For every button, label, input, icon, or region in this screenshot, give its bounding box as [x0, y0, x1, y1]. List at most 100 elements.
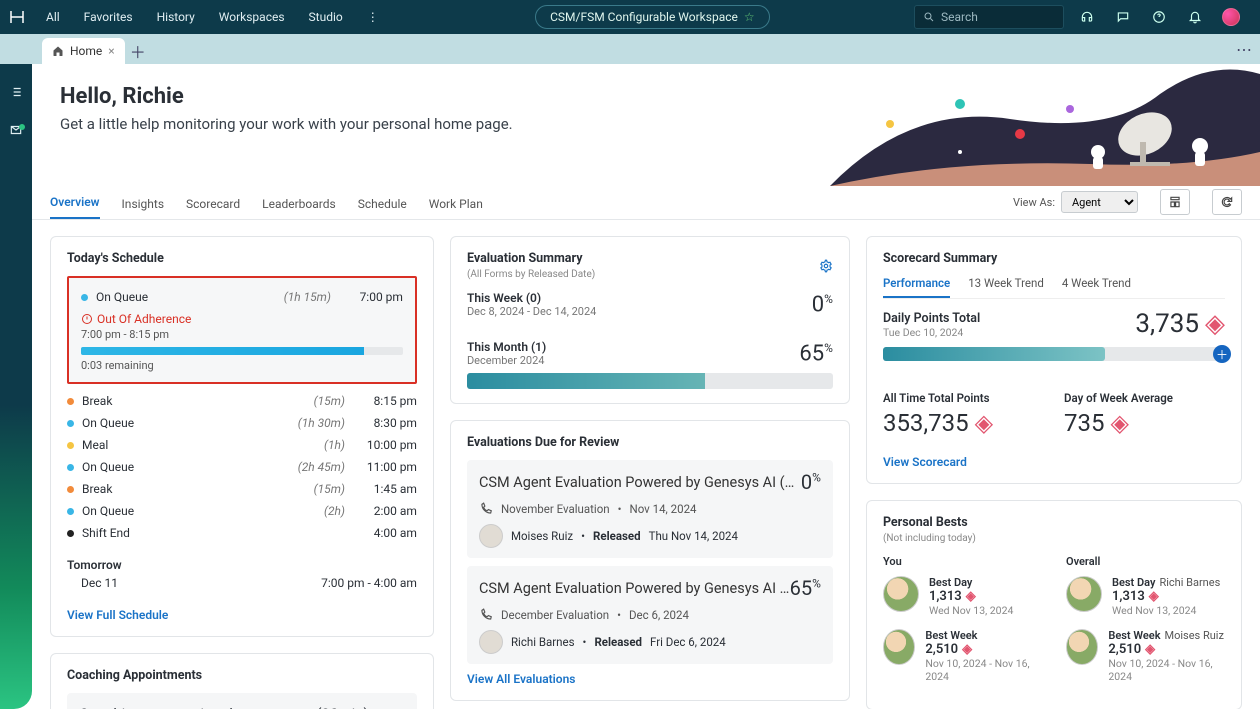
personal-bests-card: Personal Bests (Not including today) You…	[866, 500, 1242, 709]
gem-icon: ◈	[1205, 309, 1225, 339]
content-scroll[interactable]: Hello, Richie Get a little help monitori…	[32, 64, 1260, 709]
layout-button[interactable]	[1160, 189, 1190, 215]
app-logo[interactable]	[0, 8, 34, 26]
evaluation-due-item[interactable]: CSM Agent Evaluation Powered by Genesys …	[467, 566, 833, 664]
chat-icon[interactable]	[1110, 10, 1136, 24]
schedule-row[interactable]: On Queue (2h 45m) 11:00 pm	[67, 456, 417, 478]
refresh-button[interactable]	[1212, 189, 1242, 215]
activity-dot	[81, 294, 88, 301]
schedule-row[interactable]: Break (15m) 1:45 am	[67, 478, 417, 500]
evaluations-due-card: Evaluations Due for Review CSM Agent Eva…	[450, 420, 850, 701]
activity-time: 1:45 am	[361, 482, 417, 496]
gear-icon[interactable]	[819, 259, 833, 273]
tab-close-icon[interactable]: ×	[108, 44, 114, 58]
nav-favorites[interactable]: Favorites	[72, 0, 145, 34]
evaluation-summary-card: Evaluation Summary (All Forms by Release…	[450, 236, 850, 404]
help-icon[interactable]	[1146, 10, 1172, 24]
coaching-title: Coaching Appointments	[67, 668, 202, 683]
rail-inbox-icon[interactable]	[6, 120, 26, 140]
plus-badge[interactable]: ＋	[1213, 345, 1231, 363]
due-title: Evaluations Due for Review	[467, 435, 619, 450]
activity-dot	[67, 508, 74, 515]
activity-time: 4:00 am	[361, 526, 417, 540]
personal-best-item: Best WeekMoises Ruiz 2,510◈ Nov 10, 2024…	[1066, 629, 1225, 683]
bell-icon[interactable]	[1182, 10, 1208, 24]
gem-icon: ◈	[1145, 642, 1155, 657]
evalsum-month-bar	[467, 373, 833, 389]
tab-more-icon[interactable]: ⋯	[1236, 40, 1252, 59]
viewas-select[interactable]: Agent	[1061, 191, 1138, 213]
topbar: All Favorites History Workspaces Studio …	[0, 0, 1260, 34]
activity-label: On Queue	[82, 504, 324, 518]
pb-date: Wed Nov 13, 2024	[929, 604, 1013, 617]
tab-leaderboards[interactable]: Leaderboards	[262, 197, 336, 219]
schedule-row[interactable]: On Queue (2h) 2:00 am	[67, 500, 417, 522]
tab-home[interactable]: Home ×	[42, 38, 125, 64]
coaching-card: Coaching Appointments Coaching on greeti…	[50, 653, 434, 709]
scorecard-summary-card: Scorecard Summary Performance 13 Week Tr…	[866, 236, 1242, 484]
due-item-released: Released	[594, 635, 642, 649]
avatar	[883, 629, 915, 665]
nav-all[interactable]: All	[34, 0, 72, 34]
nav-history[interactable]: History	[145, 0, 207, 34]
evalsum-month-pct: 65	[799, 341, 824, 366]
pb-who: Moises Ruiz	[1165, 629, 1224, 642]
activity-time: 8:15 pm	[361, 394, 417, 408]
tab-overview[interactable]: Overview	[50, 195, 100, 219]
pb-label: Best Week	[1108, 629, 1160, 642]
schedule-row[interactable]: Shift End 4:00 am	[67, 522, 417, 544]
workspace-name: CSM/FSM Configurable Workspace	[550, 10, 738, 24]
activity-dot	[67, 530, 74, 537]
tab-workplan[interactable]: Work Plan	[429, 197, 483, 219]
out-of-adherence-badge: Out Of Adherence	[81, 312, 403, 326]
phone-icon	[479, 608, 493, 622]
avatar	[479, 630, 503, 654]
sctab-4week[interactable]: 4 Week Trend	[1062, 276, 1131, 298]
daily-value: 3,735	[1135, 309, 1199, 339]
due-item-person: Moises Ruiz	[511, 529, 573, 543]
tab-insights[interactable]: Insights	[122, 197, 164, 219]
evaluation-due-item[interactable]: CSM Agent Evaluation Powered by Genesys …	[467, 460, 833, 558]
nav-more-icon[interactable]: ⋮	[355, 0, 391, 34]
coaching-item[interactable]: Coaching on greeting the customer (30min…	[67, 693, 417, 709]
schedule-row[interactable]: On Queue (1h 30m) 8:30 pm	[67, 412, 417, 434]
pb-date: Nov 10, 2024 - Nov 16, 2024	[925, 657, 1042, 683]
gem-icon: ◈	[962, 642, 972, 657]
sctab-13week[interactable]: 13 Week Trend	[968, 276, 1044, 298]
avg-label: Day of Week Average	[1064, 391, 1225, 405]
current-activity-box: On Queue (1h 15m) 7:00 pm Out Of Adheren…	[67, 276, 417, 384]
view-all-evaluations-link[interactable]: View All Evaluations	[467, 672, 833, 686]
new-tab-button[interactable]: ＋	[125, 38, 151, 64]
nav-workspaces[interactable]: Workspaces	[207, 0, 297, 34]
gem-icon: ◈	[975, 409, 993, 437]
schedule-row[interactable]: Meal (1h) 10:00 pm	[67, 434, 417, 456]
page-tabs: Overview Insights Scorecard Leaderboards…	[32, 186, 1260, 220]
activity-label: Break	[82, 482, 314, 496]
global-search[interactable]: Search	[914, 5, 1064, 29]
workspace-pill[interactable]: CSM/FSM Configurable Workspace ☆	[535, 5, 770, 29]
nav-studio[interactable]: Studio	[297, 0, 355, 34]
avg-value: 735	[1064, 409, 1104, 437]
due-item-sub: December Evaluation	[501, 608, 609, 622]
view-scorecard-link[interactable]: View Scorecard	[883, 455, 1225, 469]
due-item-person: Richi Barnes	[511, 635, 575, 649]
schedule-row[interactable]: Break (15m) 8:15 pm	[67, 390, 417, 412]
star-icon[interactable]: ☆	[744, 10, 755, 24]
activity-duration: (2h)	[324, 504, 345, 518]
due-item-reldate: Thu Nov 14, 2024	[649, 529, 738, 543]
tab-schedule[interactable]: Schedule	[358, 197, 407, 219]
headset-icon[interactable]	[1074, 10, 1100, 24]
viewas-label: View As:	[1013, 196, 1055, 209]
sctab-performance[interactable]: Performance	[883, 276, 950, 298]
pb-value: 2,510	[925, 642, 958, 657]
activity-duration: (1h)	[324, 438, 345, 452]
tab-scorecard[interactable]: Scorecard	[186, 197, 240, 219]
current-activity-label: On Queue	[96, 290, 284, 304]
rail-list-icon[interactable]	[6, 82, 26, 102]
activity-duration: (2h 45m)	[298, 460, 345, 474]
due-item-pct: 65	[790, 576, 812, 600]
schedule-remaining: 0:03 remaining	[81, 359, 403, 372]
user-avatar[interactable]	[1218, 8, 1244, 26]
view-full-schedule-link[interactable]: View Full Schedule	[67, 608, 417, 622]
current-activity-time: 7:00 pm	[347, 290, 403, 304]
